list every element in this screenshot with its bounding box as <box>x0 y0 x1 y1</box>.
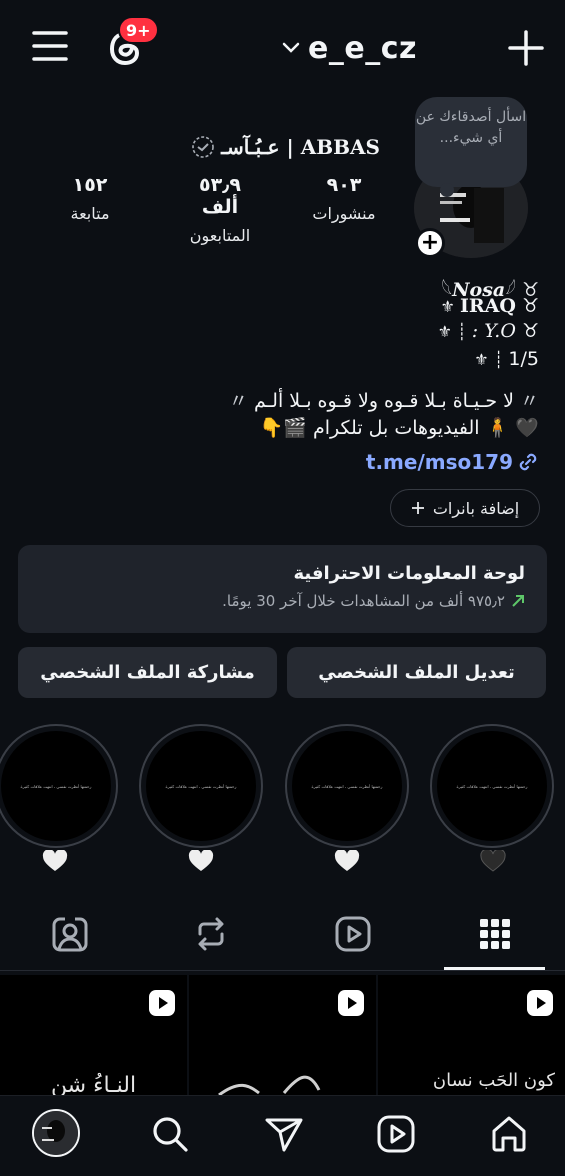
dashboard-title: لوحة المعلومات الاحترافية <box>293 563 525 584</box>
highlight-cover: رحمتها أنظرت نفسي ، انتهت علاقات كثيرة <box>146 731 256 841</box>
black-heart-emoji: 🖤 <box>515 417 539 439</box>
bio-motto: لا حـيـاة بـلا قـوه ولا قـوه بـلا ألـم <box>253 390 514 412</box>
add-story-plus-icon[interactable]: + <box>415 228 445 258</box>
highlight-cover: رحمتها أنظرت نفسي ، انتهت علاقات كثيرة <box>292 731 402 841</box>
bio-ornament-close: 〃 <box>228 390 254 412</box>
clapper-emoji: 🎬 <box>283 417 307 439</box>
stat-following[interactable]: ١٥٢ متابعة <box>60 174 120 223</box>
account-switcher[interactable]: e_e_cz <box>282 26 417 70</box>
bio-glyph-4: ♉ <box>515 320 539 342</box>
bio-text-iraq: IRAQ <box>459 295 516 317</box>
full-name: عـبُـآسـ | ABBAS <box>221 135 380 159</box>
post-caption: كون الحَب نسان <box>432 1070 555 1091</box>
stat-following-label: متابعة <box>70 204 110 223</box>
bio-ornament-open: 〃 <box>513 390 539 412</box>
bio-line-5: 〃 لا حـيـاة بـلا قـوه ولا قـوه بـلا ألـم… <box>229 386 539 413</box>
link-text: t.me/mso179 <box>365 450 513 474</box>
person-emoji: 🧍 <box>485 417 510 439</box>
highlight-cover: رحمتها أنظرت نفسي ، انتهت علاقات كثيرة <box>437 731 547 841</box>
bio-glyph-3: ⚜ ┊ <box>437 322 472 341</box>
white-heart-icon <box>334 850 360 872</box>
reel-badge-icon <box>147 988 177 1018</box>
bio-glyph-2: ♉ <box>515 295 539 317</box>
plus-small-icon <box>411 501 425 515</box>
dashboard-subtitle: ٩٧٥٫٢ ألف من المشاهدات خلال آخر 30 يومًا… <box>222 592 505 610</box>
trend-up-arrow-icon <box>511 594 525 608</box>
search-icon[interactable] <box>150 1114 190 1154</box>
stat-followers-value: ٥٣٫٩ ألف <box>199 174 241 218</box>
stat-posts-value: ٩٠٣ <box>326 174 362 196</box>
highlight-1[interactable]: رحمتها أنظرت نفسي ، انتهت علاقات كثيرة <box>430 724 554 848</box>
bio-glyph: ⚜ <box>440 297 460 316</box>
reel-badge-icon <box>525 988 555 1018</box>
link-chain-icon <box>517 451 539 473</box>
highlight-2[interactable]: رحمتها أنظرت نفسي ، انتهت علاقات كثيرة <box>285 724 409 848</box>
full-name-row: عـبُـآسـ | ABBAS <box>190 133 380 161</box>
edit-profile-button[interactable]: تعديل الملف الشخصي <box>287 647 546 698</box>
username: e_e_cz <box>308 30 417 66</box>
banners-label: إضافة بانرات <box>432 498 520 518</box>
stat-posts-label: منشورات <box>312 204 376 223</box>
professional-dashboard-card[interactable]: لوحة المعلومات الاحترافية ٩٧٥٫٢ ألف من ا… <box>18 545 547 633</box>
highlight-cover: رحمتها أنظرت نفسي ، انتهت علاقات كثيرة <box>1 731 111 841</box>
stat-followers[interactable]: ٥٣٫٩ ألف المتابعون <box>180 174 260 245</box>
note-bubble-tail <box>440 183 454 197</box>
reels-nav-icon[interactable] <box>376 1114 416 1154</box>
menu-icon[interactable] <box>30 28 70 64</box>
white-heart-icon <box>42 850 68 872</box>
bio-videos-text: الفيديوهات بل تلكرام <box>313 417 480 439</box>
reels-icon[interactable] <box>333 914 373 954</box>
home-icon[interactable] <box>489 1114 529 1154</box>
share-profile-button[interactable]: مشاركة الملف الشخصي <box>18 647 277 698</box>
profile-link[interactable]: t.me/mso179 <box>366 450 539 474</box>
grid-icon[interactable] <box>475 914 515 954</box>
bio-text-yo: : Y.O <box>471 320 516 342</box>
chevron-down-icon <box>282 42 300 54</box>
profile-tab-avatar[interactable] <box>32 1109 80 1157</box>
tagged-icon[interactable] <box>50 914 90 954</box>
bio-line-2: ⚜ IRAQ ♉ <box>441 295 540 317</box>
bio-text-ratio: 1/5 <box>508 348 539 370</box>
reel-badge-icon <box>336 988 366 1018</box>
reposts-icon[interactable] <box>191 914 231 954</box>
pointing-hand-emoji: 👇 <box>259 417 284 439</box>
black-heart-icon <box>480 850 506 872</box>
direct-send-icon[interactable] <box>264 1114 304 1154</box>
highlight-4[interactable]: رحمتها أنظرت نفسي ، انتهت علاقات كثيرة <box>0 724 118 848</box>
stat-followers-label: المتابعون <box>189 226 251 245</box>
dashboard-subtitle-row: ٩٧٥٫٢ ألف من المشاهدات خلال آخر 30 يومًا… <box>40 592 525 610</box>
note-bubble[interactable]: اسأل أصدقاءك عن أي شيء... <box>415 97 527 187</box>
bio-line-4: ⚜ ┊ 1/5 <box>474 348 539 370</box>
bio-line-3: ⚜ ┊ : Y.O ♉ <box>438 320 539 342</box>
verified-check-icon <box>191 135 215 159</box>
notification-badge: 9+ <box>118 16 159 44</box>
bio-glyph-5: ⚜ ┊ <box>474 350 509 369</box>
create-plus-icon[interactable] <box>508 30 544 66</box>
add-banners-button[interactable]: إضافة بانرات <box>390 489 540 527</box>
white-heart-icon <box>188 850 214 872</box>
tab-separator <box>0 970 565 971</box>
bio-line-6: 🖤 🧍 الفيديوهات بل تلكرام 🎬👇 <box>260 416 539 439</box>
stat-following-value: ١٥٢ <box>72 174 108 196</box>
highlight-3[interactable]: رحمتها أنظرت نفسي ، انتهت علاقات كثيرة <box>139 724 263 848</box>
stat-posts[interactable]: ٩٠٣ منشورات <box>308 174 380 223</box>
